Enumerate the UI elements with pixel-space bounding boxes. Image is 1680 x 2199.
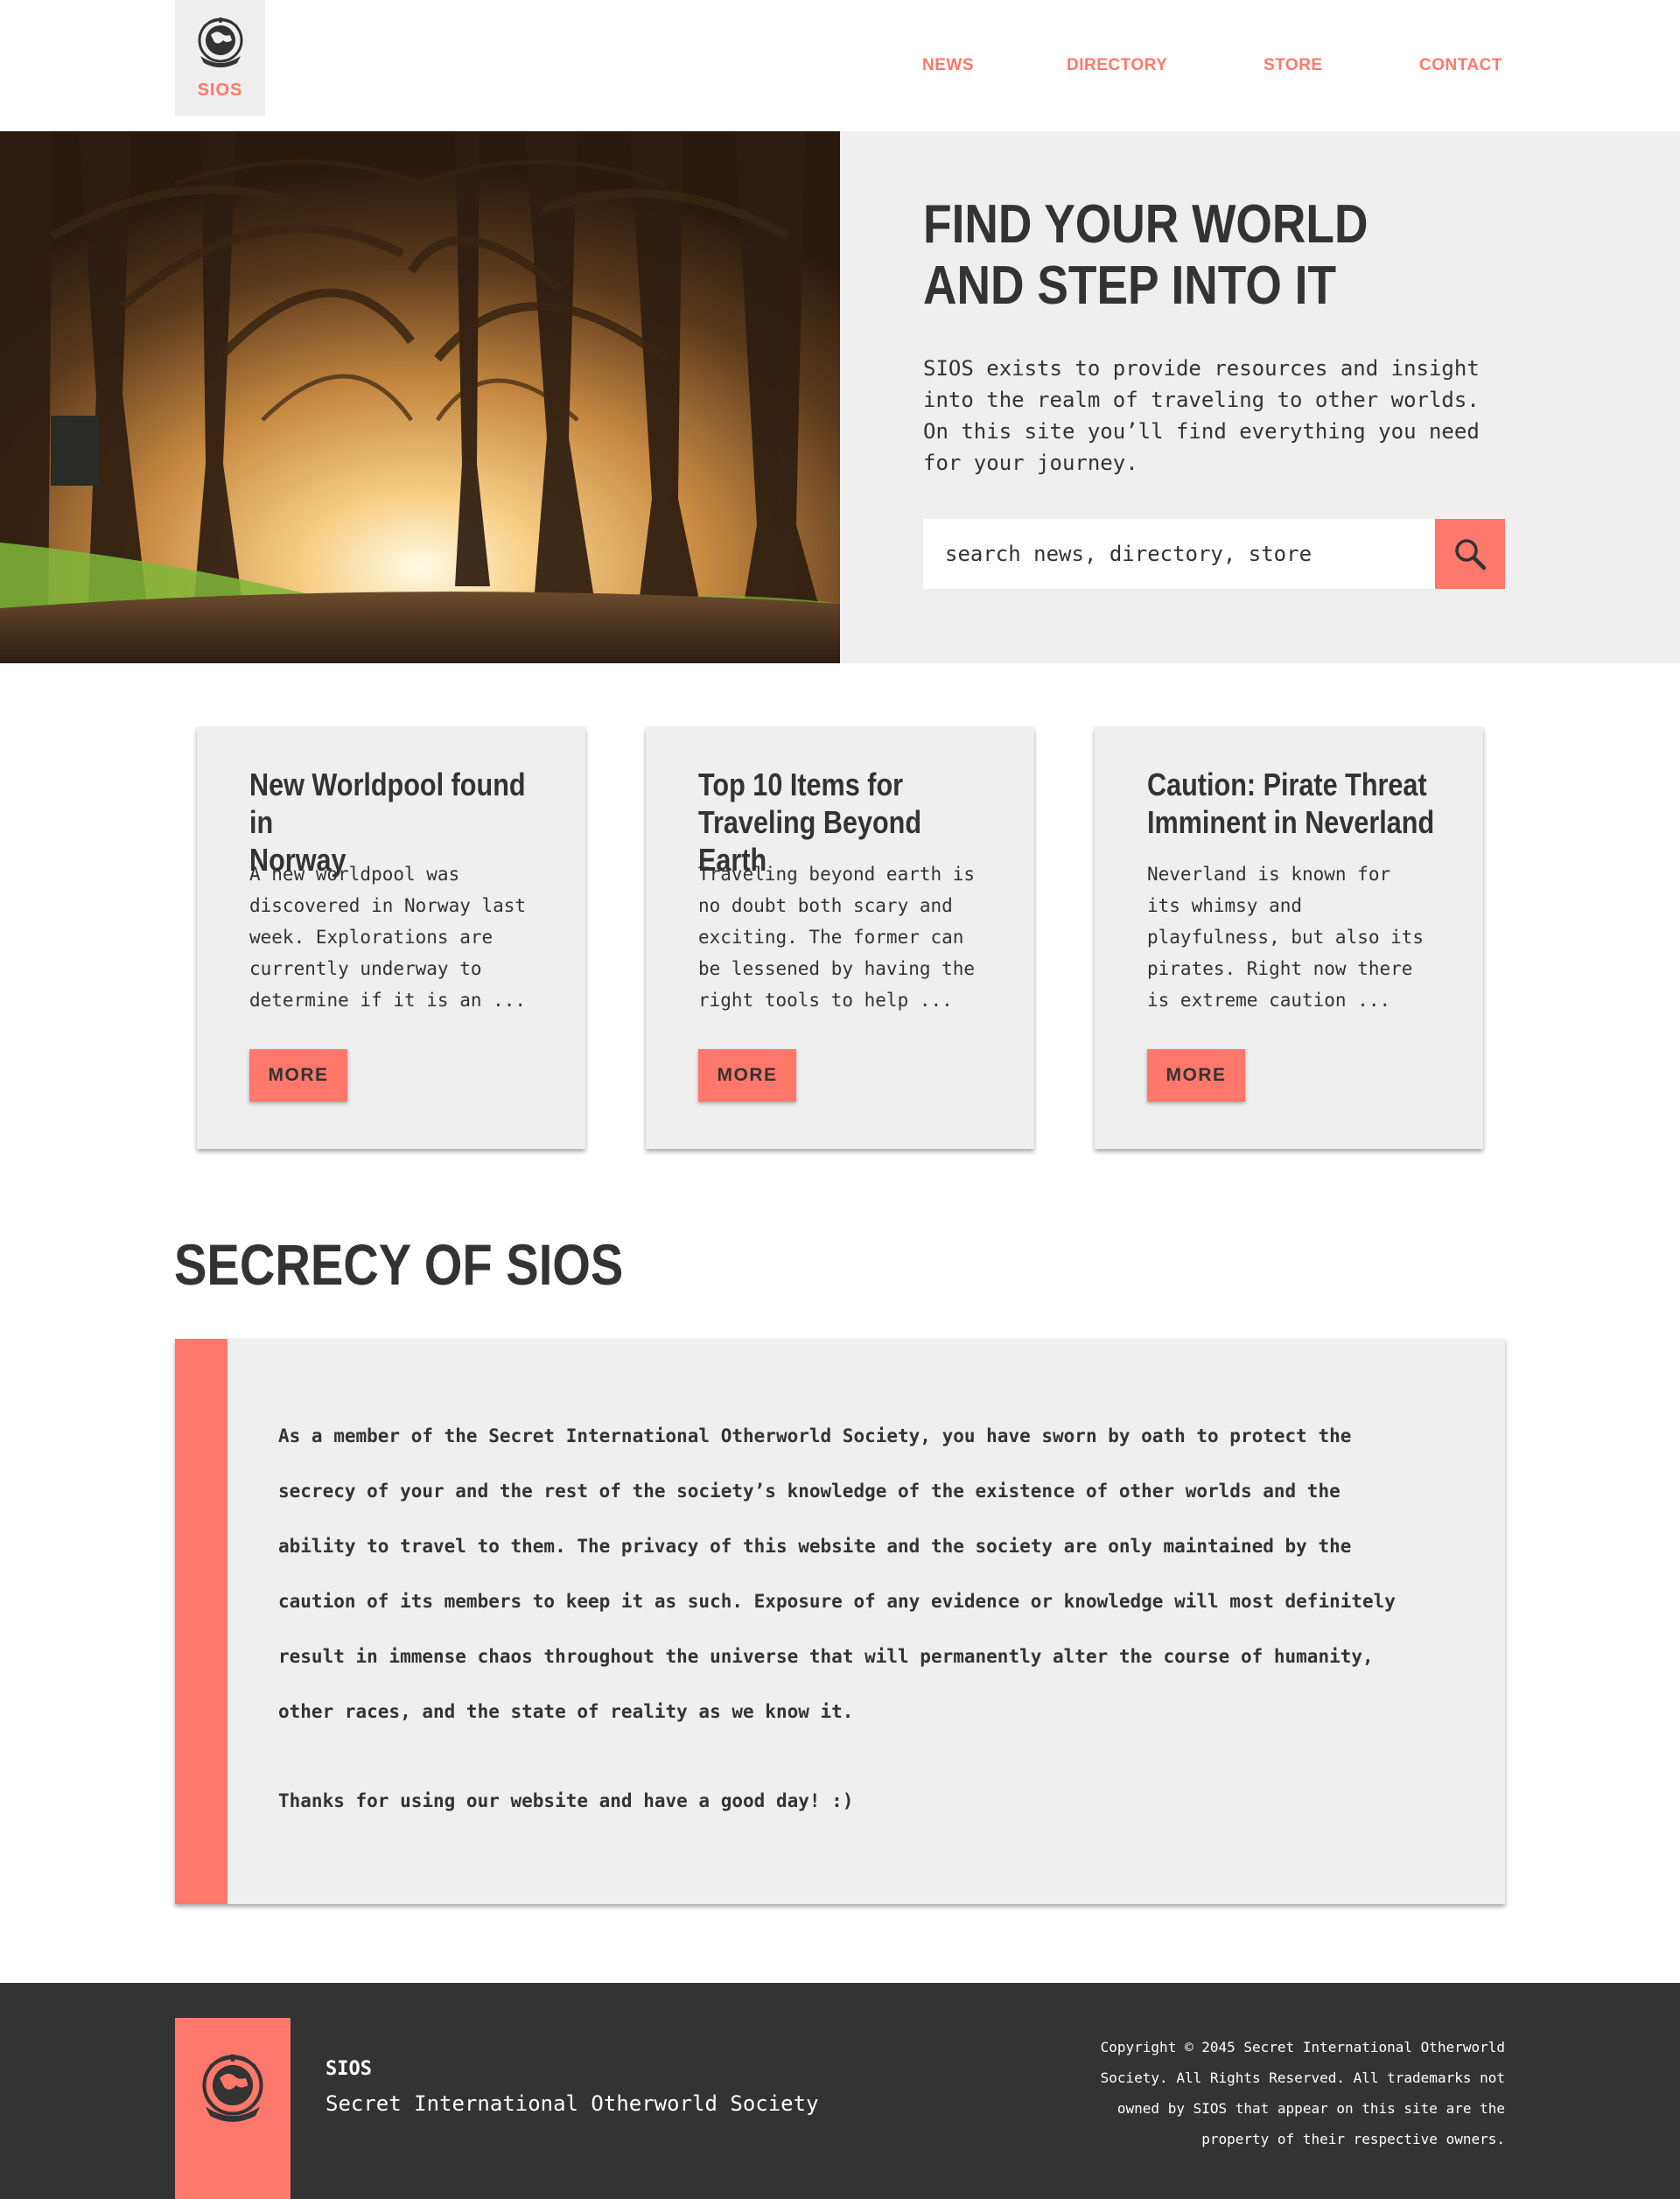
footer-subtitle: Secret International Otherworld Society: [326, 2091, 819, 2116]
copyright-line: Society. All Rights Reserved. All tradem…: [1100, 2069, 1505, 2086]
globe-logo-icon: [198, 18, 243, 67]
card-title-line: Top 10 Items for: [698, 767, 904, 802]
card-title-line: Imminent in Neverland: [1147, 804, 1435, 840]
card-title-line: Caution: Pirate Threat: [1147, 767, 1427, 802]
card-excerpt: Neverland is known for its whimsy and pl…: [1147, 858, 1445, 1016]
secrecy-title: SECRECY OF SIOS: [174, 1232, 624, 1297]
accent-bar: [175, 1339, 228, 1904]
copyright-line: property of their respective owners.: [1201, 2131, 1505, 2147]
secrecy-line: ability to travel to them. The privacy o…: [278, 1536, 1352, 1557]
card-excerpt-line: no doubt both scary and: [698, 895, 953, 916]
globe-logo-icon: [202, 2054, 263, 2122]
card-title-line: New Worldpool found in: [249, 767, 526, 840]
news-card: Caution: Pirate Threat Imminent in Never…: [1095, 727, 1483, 1149]
magnifier-icon: [1455, 539, 1487, 571]
site-header: SIOS NEWS DIRECTORY STORE CONTACT: [0, 0, 1680, 131]
search-button[interactable]: [1435, 519, 1505, 589]
secrecy-line: result in immense chaos throughout the u…: [278, 1646, 1374, 1667]
footer-copyright: Copyright © 2045 Secret International Ot…: [1085, 2032, 1505, 2154]
secrecy-line: caution of its members to keep it as suc…: [278, 1591, 1396, 1612]
secrecy-thanks: Thanks for using our website and have a …: [278, 1790, 854, 1811]
card-excerpt-line: is extreme caution ...: [1147, 990, 1391, 1011]
card-excerpt-line: A new worldpool was: [249, 864, 460, 885]
search-input[interactable]: [923, 519, 1437, 589]
hero-title: FIND YOUR WORLD AND STEP INTO IT: [923, 194, 1375, 317]
logo-text: SIOS: [197, 81, 243, 100]
secrecy-text: As a member of the Secret International …: [278, 1409, 1442, 1740]
hero-description: SIOS exists to provide resources and ins…: [923, 356, 1480, 475]
more-button[interactable]: MORE: [1147, 1049, 1245, 1102]
news-card: Top 10 Items for Traveling Beyond Earth …: [646, 727, 1034, 1149]
site-footer: SIOS Secret International Otherworld Soc…: [0, 1983, 1680, 2199]
card-excerpt-line: Neverland is known for: [1147, 864, 1391, 885]
secrecy-panel: As a member of the Secret International …: [175, 1339, 1505, 1904]
card-excerpt: Traveling beyond earth is no doubt both …: [698, 858, 996, 1016]
hero-image: [0, 131, 840, 663]
hero-panel: FIND YOUR WORLD AND STEP INTO IT SIOS ex…: [840, 131, 1680, 663]
hero-title-line: FIND YOUR WORLD: [923, 194, 1368, 255]
card-excerpt-line: pirates. Right now there: [1147, 958, 1413, 979]
nav-contact[interactable]: CONTACT: [1419, 56, 1502, 75]
nav-directory[interactable]: DIRECTORY: [1067, 56, 1167, 75]
copyright-line: owned by SIOS that appear on this site a…: [1116, 2100, 1505, 2117]
card-title: Caution: Pirate Threat Imminent in Never…: [1147, 766, 1445, 841]
secrecy-line: other races, and the state of reality as…: [278, 1701, 854, 1722]
card-excerpt-line: exciting. The former can: [698, 927, 964, 948]
card-excerpt-line: determine if it is an ...: [249, 990, 527, 1011]
secrecy-line: secrecy of your and the rest of the soci…: [278, 1481, 1340, 1502]
site-logo[interactable]: SIOS: [175, 0, 265, 116]
more-button[interactable]: MORE: [698, 1049, 796, 1102]
news-card: New Worldpool found in Norway A new worl…: [197, 727, 585, 1149]
card-excerpt-line: playfulness, but also its: [1147, 927, 1424, 948]
footer-logo[interactable]: [175, 2018, 290, 2199]
card-excerpt: A new worldpool was discovered in Norway…: [249, 858, 547, 1016]
card-excerpt-line: discovered in Norway last: [249, 895, 527, 916]
card-excerpt-line: its whimsy and: [1147, 895, 1303, 916]
card-excerpt-line: week. Explorations are: [249, 927, 494, 948]
card-excerpt-line: currently underway to: [249, 958, 482, 979]
secrecy-line: As a member of the Secret International …: [278, 1425, 1352, 1446]
card-excerpt-line: Traveling beyond earth is: [698, 864, 976, 885]
copyright-line: Copyright © 2045 Secret International Ot…: [1100, 2039, 1505, 2055]
card-excerpt-line: right tools to help ...: [698, 990, 953, 1011]
hero-title-line: AND STEP INTO IT: [923, 256, 1337, 316]
nav-store[interactable]: STORE: [1264, 56, 1323, 75]
footer-brand: SIOS: [326, 2058, 372, 2080]
card-excerpt-line: be lessened by having the: [698, 958, 976, 979]
more-button[interactable]: MORE: [249, 1049, 347, 1102]
nav-news[interactable]: NEWS: [922, 56, 974, 75]
